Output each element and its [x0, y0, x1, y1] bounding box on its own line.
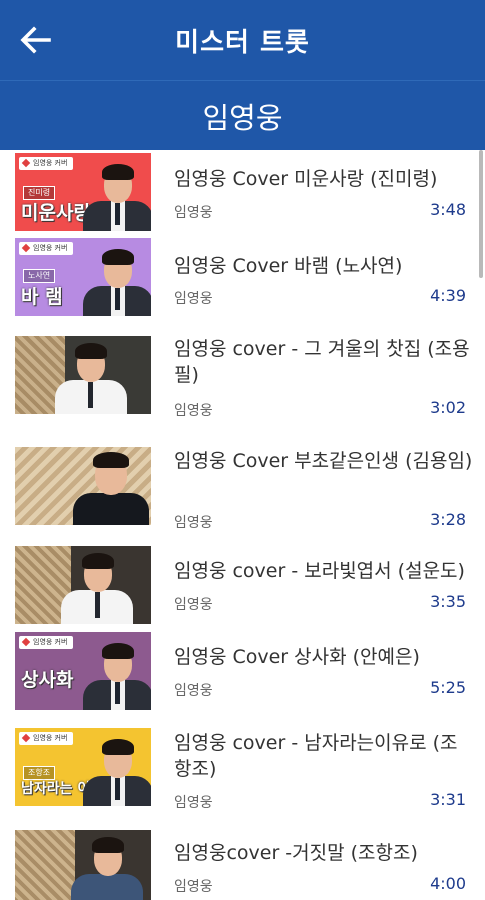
- channel-name: 임영웅: [174, 205, 213, 221]
- video-duration: 3:31: [430, 790, 466, 809]
- list-item[interactable]: 임영웅 커버 조항조 남자라는 이유로 임영웅 cover - 남자라는이유로 …: [0, 718, 485, 830]
- thumbnail-badge: 임영웅 커버: [19, 636, 74, 649]
- person-image: [65, 830, 149, 900]
- video-title[interactable]: 임영웅 cover - 그 겨울의 찻집 (조용필): [174, 336, 474, 388]
- channel-name: 임영웅: [174, 795, 213, 811]
- thumbnail-big-label: 미운사랑: [21, 202, 91, 224]
- list-item[interactable]: 임영웅 cover - 보라빛엽서 (설운도) 임영웅 3:35: [0, 546, 485, 632]
- video-duration: 5:25: [430, 678, 466, 697]
- video-duration: 3:28: [430, 510, 466, 529]
- video-duration: 3:02: [430, 398, 466, 417]
- video-title[interactable]: 임영웅 Cover 바램 (노사연): [174, 253, 474, 279]
- thumbnail-small-label: 진미령: [23, 186, 56, 200]
- list-item[interactable]: 임영웅 커버 상사화 임영웅 Cover 상사화 (안예은) 임영웅 5:25: [0, 632, 485, 718]
- person-image: [83, 157, 151, 231]
- channel-name: 임영웅: [174, 403, 213, 419]
- thumbnail-big-label: 바 램: [21, 286, 63, 308]
- thumbnail-badge: 임영웅 커버: [19, 157, 74, 170]
- video-title[interactable]: 임영웅 Cover 미운사랑 (진미령): [174, 166, 474, 192]
- video-thumbnail[interactable]: 임영웅 커버 진미령 미운사랑: [15, 153, 151, 231]
- section-header: 임영웅: [0, 80, 485, 150]
- video-title[interactable]: 임영웅 Cover 부초같은인생 (김용임): [174, 448, 474, 474]
- thumbnail-big-label: 상사화: [21, 669, 74, 691]
- back-button[interactable]: [14, 18, 58, 62]
- list-item[interactable]: 임영웅cover -거짓말 (조항조) 임영웅 4:00: [0, 830, 485, 900]
- channel-name: 임영웅: [174, 291, 213, 307]
- person-image: [55, 546, 139, 624]
- video-thumbnail[interactable]: [15, 830, 151, 900]
- person-image: [67, 447, 151, 525]
- thumbnail-small-label: 노사연: [23, 269, 56, 283]
- channel-name: 임영웅: [174, 597, 213, 613]
- video-thumbnail[interactable]: 임영웅 커버 조항조 남자라는 이유로: [15, 728, 151, 806]
- channel-name: 임영웅: [174, 879, 213, 895]
- video-thumbnail[interactable]: 임영웅 커버 노사연 바 램: [15, 238, 151, 316]
- video-thumbnail[interactable]: [15, 546, 151, 624]
- list-item[interactable]: 임영웅 cover - 그 겨울의 찻집 (조용필) 임영웅 3:02: [0, 322, 485, 434]
- scrollbar[interactable]: [479, 150, 483, 278]
- video-title[interactable]: 임영웅 cover - 보라빛엽서 (설운도): [174, 558, 474, 584]
- channel-name: 임영웅: [174, 683, 213, 699]
- channel-name: 임영웅: [174, 515, 213, 531]
- video-list[interactable]: 임영웅 커버 진미령 미운사랑 임영웅 Cover 미운사랑 (진미령) 임영웅…: [0, 150, 485, 900]
- thumbnail-badge: 임영웅 커버: [19, 732, 74, 745]
- video-title[interactable]: 임영웅cover -거짓말 (조항조): [174, 840, 474, 866]
- person-image: [51, 336, 131, 414]
- video-duration: 3:35: [430, 592, 466, 611]
- app-title: 미스터 트롯: [175, 27, 310, 58]
- arrow-left-icon: [20, 26, 51, 54]
- thumbnail-small-label: 조항조: [23, 766, 56, 780]
- video-thumbnail[interactable]: 임영웅 커버 상사화: [15, 632, 151, 710]
- app-bar: 미스터 트롯: [0, 0, 485, 80]
- person-image: [83, 242, 151, 316]
- video-thumbnail[interactable]: [15, 336, 151, 414]
- thumbnail-badge: 임영웅 커버: [19, 242, 74, 255]
- video-thumbnail[interactable]: [15, 447, 151, 525]
- video-title[interactable]: 임영웅 Cover 상사화 (안예은): [174, 644, 474, 670]
- person-image: [83, 636, 151, 710]
- list-item[interactable]: 임영웅 Cover 부초같은인생 (김용임) 임영웅 3:28: [0, 434, 485, 546]
- video-duration: 3:48: [430, 200, 466, 219]
- video-title[interactable]: 임영웅 cover - 남자라는이유로 (조항조): [174, 730, 474, 782]
- list-item[interactable]: 임영웅 커버 노사연 바 램 임영웅 Cover 바램 (노사연) 임영웅 4:…: [0, 236, 485, 322]
- person-image: [83, 732, 151, 806]
- video-duration: 4:00: [430, 874, 466, 893]
- list-item[interactable]: 임영웅 커버 진미령 미운사랑 임영웅 Cover 미운사랑 (진미령) 임영웅…: [0, 150, 485, 236]
- video-duration: 4:39: [430, 286, 466, 305]
- section-title: 임영웅: [202, 100, 283, 135]
